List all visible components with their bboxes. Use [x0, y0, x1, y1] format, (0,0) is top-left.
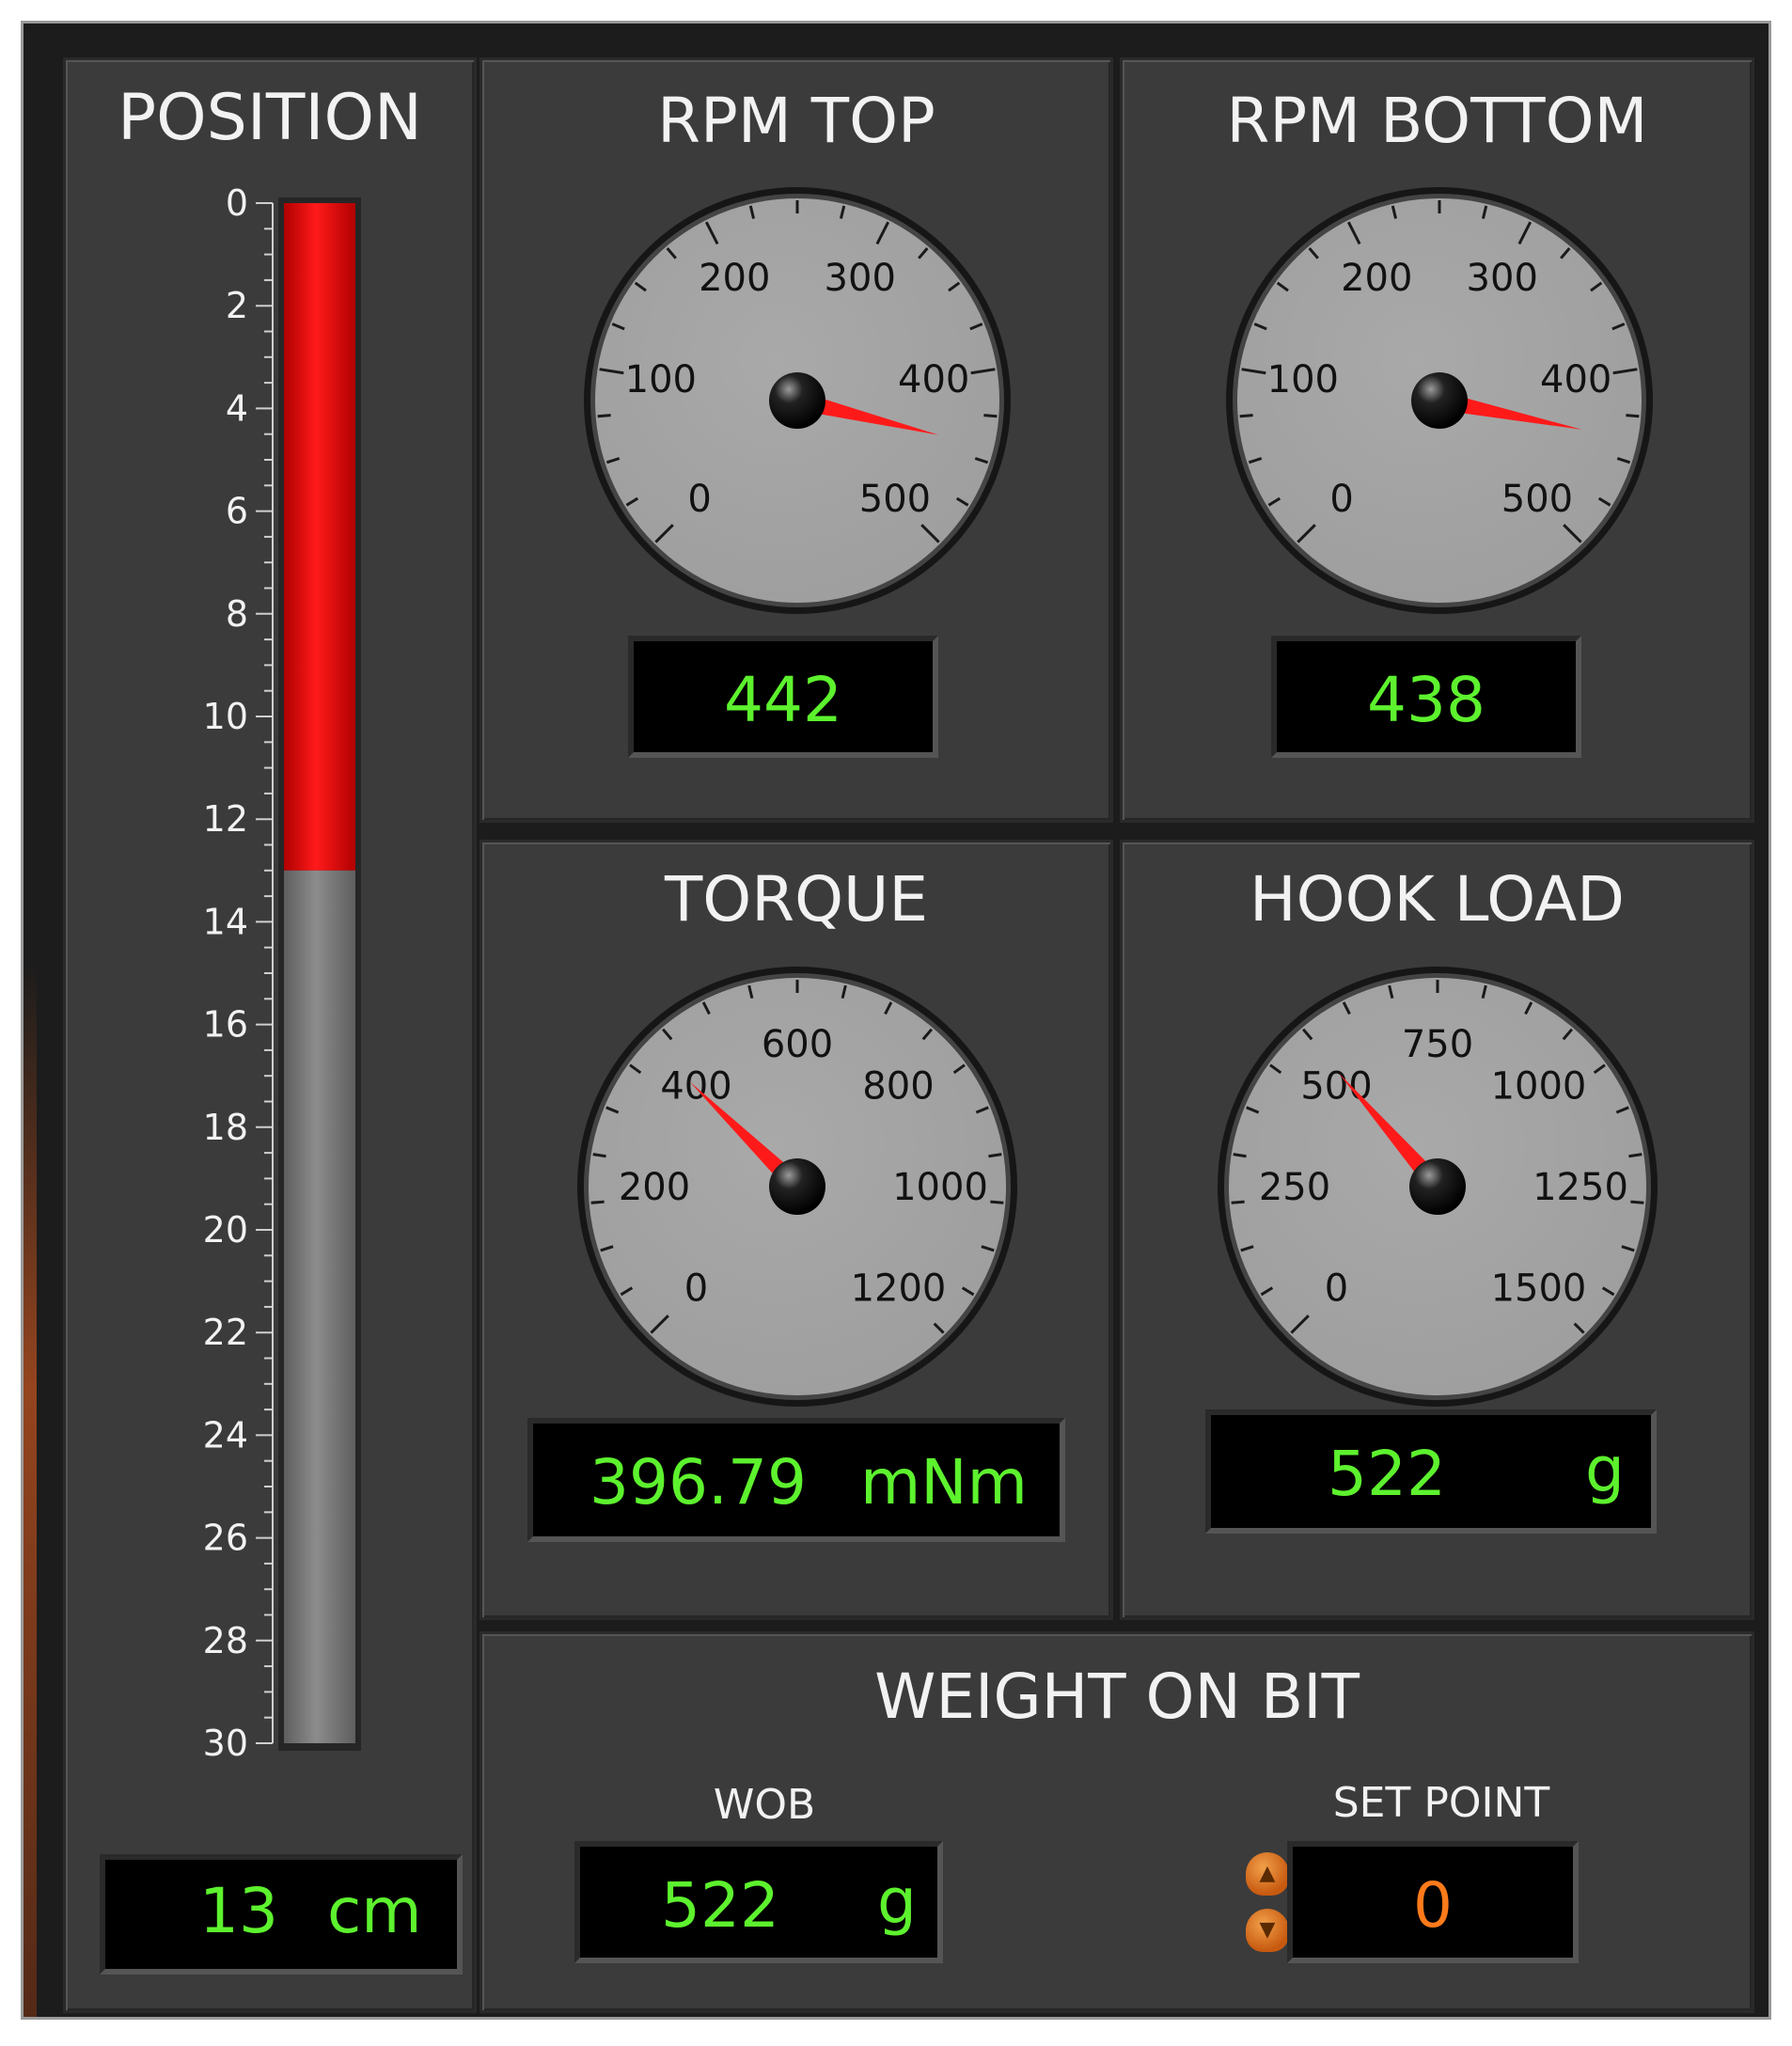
- rpm_bottom-dial-label: 300: [1467, 257, 1538, 300]
- position-unit: cm: [327, 1875, 422, 1947]
- torque-dial-label: 1200: [851, 1267, 947, 1310]
- position-tick-label: 4: [226, 387, 248, 429]
- wob-unit: g: [877, 1865, 917, 1938]
- rpm-bottom-value: 438: [1367, 664, 1485, 736]
- rpm-bottom-display: 438: [1271, 636, 1581, 758]
- rpm_top-needle-hub: [769, 372, 825, 429]
- position-value: 13: [199, 1875, 278, 1947]
- hook_load-dial-label: 0: [1325, 1267, 1348, 1310]
- position-tick-label: 22: [203, 1312, 248, 1353]
- position-tick-label: 30: [203, 1723, 248, 1764]
- position-tick-label: 14: [203, 901, 248, 942]
- position-tick-label: 16: [203, 1004, 248, 1046]
- weight-on-bit-panel: WEIGHT ON BIT WOB SET POINT 522 g ▲ ▼ 0: [479, 1631, 1754, 2013]
- rpm-top-display: 442: [628, 636, 938, 758]
- wob-value: 522: [661, 1869, 779, 1942]
- rpm_top-dial-label: 300: [825, 257, 896, 300]
- rpm_bottom-tick: [1239, 414, 1253, 418]
- position-tick-label: 10: [203, 696, 248, 737]
- torque-panel: TORQUE 0 200 400 600 800 1000 1200 396.79 mNm: [479, 840, 1113, 1620]
- hook-load-panel: HOOK LOAD 0 250 500 750 1000 1250 1500 522 g: [1120, 840, 1754, 1620]
- rpm_bottom-dial-label: 500: [1501, 478, 1573, 521]
- hook_load-dial-label: 750: [1402, 1023, 1473, 1066]
- position-display: 13 cm: [100, 1854, 463, 1975]
- rpm-top-value: 442: [724, 664, 842, 736]
- triangle-down-icon: ▼: [1259, 1918, 1276, 1942]
- setpoint-input[interactable]: 0: [1287, 1841, 1579, 1963]
- wob-display: 522 g: [574, 1841, 943, 1963]
- torque-dial-label: 1000: [892, 1166, 988, 1209]
- hook_load-dial-label: 1500: [1491, 1267, 1587, 1310]
- dashboard-frame: POSITION 0 2 4 6 8 10 12 14 16 18 20 22 24 26 28 30 13 …: [21, 21, 1771, 2020]
- torque-dial-label: 200: [619, 1166, 690, 1209]
- rpm_top-tick: [597, 414, 611, 418]
- rpm_bottom-tick: [1626, 414, 1640, 418]
- hook_load-dial-label: 1000: [1491, 1065, 1587, 1109]
- triangle-up-icon: ▲: [1259, 1862, 1276, 1885]
- setpoint-decrement-button[interactable]: ▼: [1246, 1909, 1289, 1952]
- torque-dial-label: 800: [862, 1065, 934, 1109]
- torque-unit: mNm: [860, 1446, 1028, 1519]
- setpoint-label: SET POINT: [1332, 1779, 1550, 1827]
- rpm_bottom-dial-label: 400: [1540, 358, 1611, 401]
- position-tick-label: 6: [226, 491, 248, 532]
- rpm-top-panel: RPM TOP 0 100 200 300 400 500 442: [479, 57, 1113, 823]
- rpm_top-dial-label: 200: [699, 257, 770, 300]
- rpm_top-dial-label: 400: [898, 358, 969, 401]
- torque-tick: [590, 1200, 605, 1204]
- edge-glow: [24, 964, 37, 2017]
- wob-label: WOB: [713, 1781, 816, 1829]
- rpm_top-dial-label: 100: [625, 358, 697, 401]
- position-tick-label: 20: [203, 1209, 248, 1251]
- hook_load-dial-label: 250: [1259, 1166, 1330, 1209]
- rpm_bottom-dial-label: 0: [1329, 478, 1353, 521]
- torque-tick: [990, 1200, 1004, 1204]
- torque-display: 396.79 mNm: [527, 1418, 1065, 1542]
- hook_load-tick: [1630, 1200, 1644, 1204]
- position-tick-label: 2: [226, 285, 248, 326]
- position-tick-label: 12: [203, 798, 248, 840]
- rpm_bottom-dial-label: 100: [1267, 358, 1339, 401]
- torque-dial-label: 600: [762, 1023, 833, 1066]
- hook_load-tick: [1231, 1200, 1245, 1204]
- position-bar-empty: [284, 870, 355, 1743]
- rpm_top-dial-label: 500: [859, 478, 931, 521]
- position-tick-label: 28: [203, 1620, 248, 1661]
- position-tick-label: 0: [226, 182, 248, 224]
- rpm-bottom-panel: RPM BOTTOM 0 100 200 300 400 500 438: [1120, 57, 1754, 823]
- weight-on-bit-title: WEIGHT ON BIT: [874, 1660, 1360, 1733]
- setpoint-value[interactable]: 0: [1293, 1875, 1573, 1937]
- position-panel: POSITION 0 2 4 6 8 10 12 14 16 18 20 22 24 26 28 30 13 …: [63, 57, 477, 2013]
- position-bar-fill: [284, 203, 355, 871]
- position-tick-label: 8: [226, 593, 248, 635]
- setpoint-increment-button[interactable]: ▲: [1246, 1852, 1289, 1896]
- position-scale: 024681012141618202224262830: [203, 182, 361, 1764]
- torque-value: 396.79: [589, 1446, 807, 1519]
- hook_load-needle-hub: [1409, 1158, 1466, 1215]
- rpm_bottom-dial-label: 200: [1341, 257, 1412, 300]
- position-tick-label: 24: [203, 1414, 248, 1456]
- position-tick-label: 18: [203, 1107, 248, 1148]
- rpm_bottom-needle-hub: [1411, 372, 1468, 429]
- position-tick-label: 26: [203, 1518, 248, 1559]
- hook-load-display: 522 g: [1205, 1409, 1657, 1534]
- rpm_top-dial-label: 0: [687, 478, 711, 521]
- torque-dial-label: 400: [660, 1065, 731, 1109]
- torque-needle-hub: [769, 1158, 825, 1215]
- hook-load-unit: g: [1585, 1434, 1625, 1506]
- hook-load-value: 522: [1328, 1438, 1446, 1510]
- torque-dial-label: 0: [684, 1267, 708, 1310]
- rpm_top-tick: [983, 414, 998, 418]
- hook_load-dial-label: 1250: [1533, 1166, 1628, 1209]
